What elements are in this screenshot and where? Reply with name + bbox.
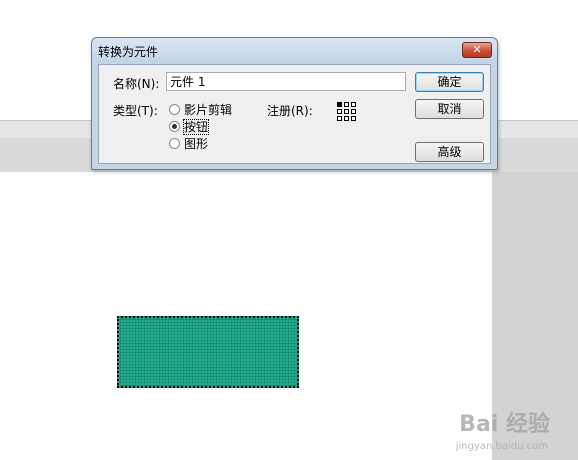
radio-icon [169,138,180,149]
close-button[interactable]: ✕ [462,42,492,58]
dialog-title: 转换为元件 [98,45,159,59]
registration-cell-top-left[interactable] [337,102,342,107]
registration-cell-center[interactable] [344,109,349,114]
radio-selected-icon [169,121,180,132]
selected-rectangle-shape[interactable] [117,316,299,388]
type-label: 类型(T): [113,104,158,118]
cancel-button[interactable]: 取消 [415,99,484,119]
registration-cell-bottom-right[interactable] [351,116,356,121]
convert-to-symbol-dialog: 转换为元件 ✕ 名称(N): 类型(T): 影片剪辑 按钮 图形 注册(R): [91,37,498,170]
registration-cell-middle-left[interactable] [337,109,342,114]
registration-cell-middle-right[interactable] [351,109,356,114]
registration-cell-bottom-left[interactable] [337,116,342,121]
radio-icon [169,104,180,115]
dialog-titlebar[interactable]: 转换为元件 ✕ [92,38,497,62]
type-option-label: 按钮 [182,119,210,135]
registration-label: 注册(R): [267,104,313,118]
type-option-label: 图形 [184,137,209,151]
registration-cell-top-right[interactable] [351,102,356,107]
close-icon: ✕ [472,43,482,56]
registration-point-grid[interactable] [337,102,357,122]
type-option-graphic[interactable]: 图形 [169,135,208,152]
watermark-url: jingyan.baidu.com [455,441,548,452]
type-option-label: 影片剪辑 [184,103,233,117]
type-option-button[interactable]: 按钮 [169,118,210,135]
ok-button[interactable]: 确定 [415,72,484,92]
type-option-movie-clip[interactable]: 影片剪辑 [169,101,232,118]
dialog-body: 名称(N): 类型(T): 影片剪辑 按钮 图形 注册(R): 确定 取消 高级 [98,64,491,164]
registration-cell-top-center[interactable] [344,102,349,107]
symbol-name-input[interactable] [166,72,406,91]
registration-cell-bottom-center[interactable] [344,116,349,121]
name-label: 名称(N): [113,77,160,91]
watermark-brand: Bai 经验 [459,412,550,437]
advanced-button[interactable]: 高级 [415,142,484,162]
